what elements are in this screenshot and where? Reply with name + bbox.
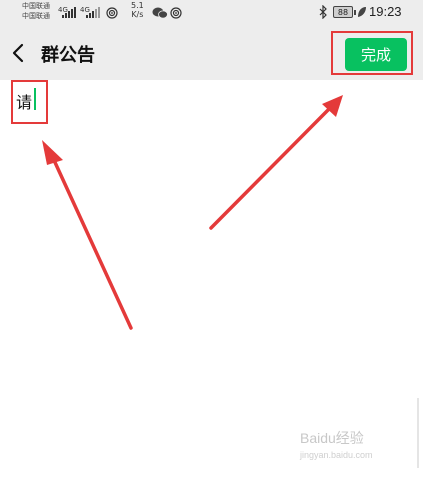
bluetooth-icon [319,5,327,19]
power-saving-icon [358,7,366,17]
watermark: Baidu经验 jingyan.baidu.com [300,428,373,460]
page-title: 群公告 [41,45,95,66]
announcement-editor[interactable] [0,80,423,477]
back-arrow-icon[interactable] [10,42,28,64]
hotspot-icon [106,7,118,19]
network-speed: 5.1 K/s [131,1,144,19]
speed-value: 5.1 [131,1,144,10]
signal-2-icon [86,7,100,18]
watermark-brand: Baidu经验 [300,430,364,446]
carrier-2-label: 中国联通 [22,12,50,20]
scroll-indicator [417,398,419,468]
wechat-icon [152,7,168,19]
done-button[interactable]: 完成 [345,38,407,71]
battery-icon: 88 [333,6,356,18]
carrier-labels: 中国联通 中国联通 [22,1,50,21]
carrier-1-label: 中国联通 [22,2,50,10]
signal-1-icon [62,7,76,18]
hotspot-2-icon [170,7,182,19]
watermark-url: jingyan.baidu.com [300,450,373,460]
clock: 19:23 [369,4,402,19]
text-caret [34,88,36,110]
status-bar: 中国联通 中国联通 4G 4G 5.1 K/s 88 19:23 [0,0,423,26]
announcement-text[interactable]: 请 [16,89,32,113]
speed-unit: K/s [131,10,144,19]
